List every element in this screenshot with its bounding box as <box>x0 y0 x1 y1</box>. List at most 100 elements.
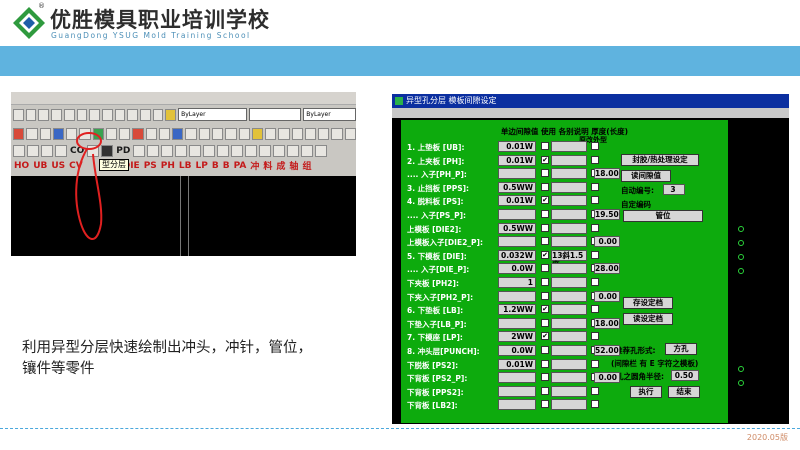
toolbar-icon[interactable] <box>41 144 53 157</box>
thickness-field[interactable]: 18.00 <box>594 317 620 329</box>
toolbar-icon[interactable] <box>127 108 139 121</box>
clearance-field[interactable] <box>498 317 536 329</box>
use-checkbox[interactable] <box>541 291 549 300</box>
read-clearance-button[interactable]: 读间隙值 <box>621 170 671 182</box>
clearance-field[interactable]: 0.01W <box>498 195 536 207</box>
thickness-field[interactable]: 28.00 <box>594 263 620 275</box>
toolbar-icon[interactable] <box>231 144 244 157</box>
thickness-field[interactable]: 18.00 <box>594 168 620 180</box>
clearance-field[interactable]: 1.2WW <box>498 304 536 316</box>
load-settings-button[interactable]: 读设定档 <box>623 313 673 325</box>
toolbar-icon[interactable] <box>172 127 184 140</box>
thickness-field[interactable]: 0.00 <box>594 372 620 384</box>
thickness-field[interactable]: 0.00 <box>594 236 620 248</box>
note-field[interactable] <box>551 345 587 356</box>
guide-button[interactable]: 管位 <box>623 210 703 222</box>
clearance-field[interactable] <box>498 209 536 220</box>
clearance-field[interactable] <box>498 168 536 180</box>
note-field[interactable]: 13斜1.5度 <box>551 249 587 269</box>
cad-cmd[interactable]: PS <box>143 161 158 171</box>
square-hole-button[interactable]: 方孔 <box>665 343 697 355</box>
shape-checkbox[interactable] <box>591 400 599 409</box>
toolbar-icon[interactable] <box>185 127 197 140</box>
toolbar-icon[interactable] <box>238 127 250 140</box>
color-combo[interactable] <box>248 108 302 121</box>
toolbar-icon[interactable] <box>132 127 144 140</box>
toolbar-icon[interactable] <box>145 127 157 140</box>
end-button[interactable]: 结束 <box>668 386 700 398</box>
cad-cmd[interactable]: 轴 <box>288 159 299 172</box>
use-checkbox[interactable] <box>541 346 549 354</box>
toolbar-icon[interactable] <box>158 127 171 140</box>
toolbar-icon[interactable] <box>114 108 126 121</box>
toolbar-icon[interactable] <box>161 144 174 157</box>
cad-cmd[interactable]: PD <box>115 146 131 156</box>
note-field[interactable] <box>551 236 587 248</box>
note-field[interactable] <box>551 304 587 316</box>
shape-checkbox[interactable] <box>591 278 599 286</box>
shape-checkbox[interactable] <box>591 250 599 259</box>
cad-cmd[interactable]: LB <box>178 161 193 171</box>
shape-checkbox[interactable] <box>591 359 599 368</box>
clearance-field[interactable]: 0.032W <box>498 249 536 261</box>
clearance-field[interactable]: 0.01W <box>498 141 536 152</box>
clearance-field[interactable]: 0.01W <box>498 358 536 370</box>
toolbar-icon[interactable] <box>203 144 216 157</box>
toolbar-icon[interactable] <box>189 144 202 157</box>
cad-cmd[interactable]: UB <box>32 161 48 171</box>
note-field[interactable] <box>551 358 587 370</box>
use-checkbox[interactable] <box>541 169 549 178</box>
auto-num-field[interactable]: 3 <box>663 184 685 195</box>
thickness-field[interactable]: 52.00 <box>594 345 620 356</box>
save-settings-button[interactable]: 存设定档 <box>623 297 673 309</box>
clearance-field[interactable]: 0.5WW <box>498 181 536 193</box>
cad-cmd[interactable]: 冲 <box>249 159 260 172</box>
toolbar-icon[interactable] <box>13 127 25 140</box>
use-checkbox[interactable] <box>541 264 549 273</box>
toolbar-icon[interactable] <box>140 108 151 121</box>
heat-treatment-button[interactable]: 封胶/热处理设定 <box>621 154 699 166</box>
toolbar-icon[interactable] <box>278 127 290 140</box>
execute-button[interactable]: 执行 <box>630 386 662 398</box>
toolbar-icon[interactable] <box>26 127 38 140</box>
toolbar-icon[interactable] <box>89 108 100 121</box>
toolbar-icon[interactable] <box>245 144 258 157</box>
use-checkbox[interactable] <box>541 278 549 286</box>
toolbar-icon[interactable] <box>304 127 317 140</box>
use-checkbox[interactable] <box>541 318 549 327</box>
toolbar-icon[interactable] <box>198 127 210 140</box>
note-field[interactable] <box>551 168 587 180</box>
use-checkbox[interactable] <box>541 359 549 368</box>
shape-checkbox[interactable] <box>591 223 599 232</box>
clearance-field[interactable] <box>498 290 536 302</box>
thickness-field[interactable]: 19.50 <box>594 209 620 220</box>
note-field[interactable] <box>551 372 587 384</box>
note-field[interactable] <box>551 331 587 343</box>
clearance-field[interactable]: 0.0W <box>498 263 536 275</box>
use-checkbox[interactable]: ✔ <box>541 250 549 259</box>
clearance-field[interactable]: 1 <box>498 277 536 288</box>
layer-combo[interactable]: ByLayer <box>178 108 247 121</box>
clearance-field[interactable]: 0.01W <box>498 154 536 166</box>
toolbar-icon[interactable] <box>63 108 75 121</box>
use-checkbox[interactable] <box>541 237 549 246</box>
use-checkbox[interactable] <box>541 373 549 382</box>
cad-cmd[interactable]: B <box>211 161 220 171</box>
use-checkbox[interactable]: ✔ <box>541 305 549 314</box>
note-field[interactable] <box>551 195 587 207</box>
use-checkbox[interactable] <box>541 182 549 191</box>
use-checkbox[interactable] <box>541 210 549 218</box>
note-field[interactable] <box>551 399 587 411</box>
shape-checkbox[interactable] <box>591 305 599 314</box>
toolbar-icon[interactable] <box>76 108 88 121</box>
cad-cmd[interactable]: 料 <box>262 159 273 172</box>
cad-cmd[interactable]: 组 <box>301 159 312 172</box>
clearance-field[interactable] <box>498 399 536 411</box>
use-checkbox[interactable]: ✔ <box>541 155 549 164</box>
shape-checkbox[interactable] <box>591 386 599 395</box>
clearance-field[interactable] <box>498 372 536 384</box>
shape-checkbox[interactable] <box>591 182 599 191</box>
cad-cmd[interactable]: B <box>222 161 231 171</box>
shape-checkbox[interactable] <box>591 332 599 341</box>
note-field[interactable] <box>551 181 587 193</box>
